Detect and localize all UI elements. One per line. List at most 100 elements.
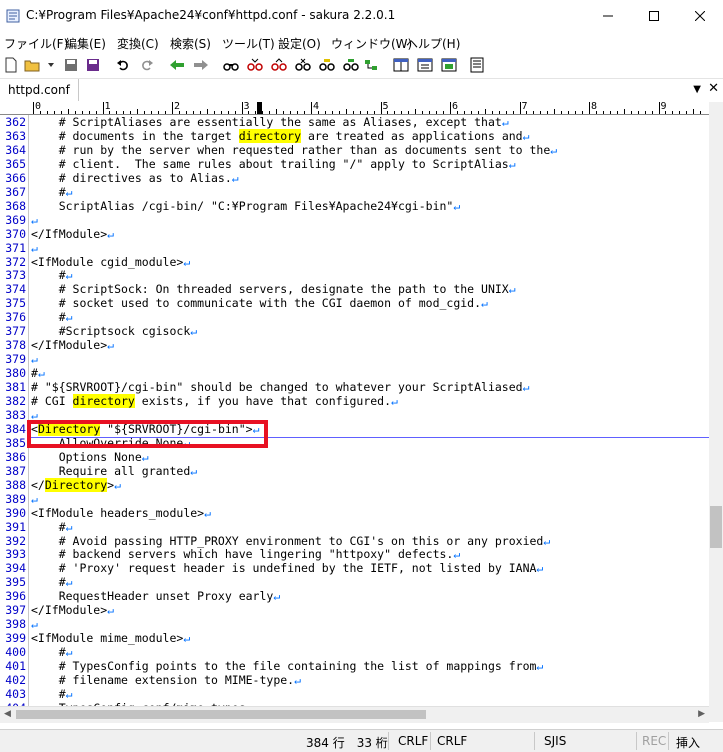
undo-button[interactable] <box>114 56 132 74</box>
vertical-scrollbar[interactable] <box>709 102 723 722</box>
menu-search[interactable]: 検索(S) <box>170 35 211 52</box>
code-line[interactable]: 379 ↵ <box>0 352 709 366</box>
code-line[interactable]: 399 <IfModule mime_module>↵ <box>0 631 709 645</box>
code-line[interactable]: 377 #Scriptsock cgisock↵ <box>0 324 709 338</box>
ruler-tick <box>213 111 215 114</box>
code-line[interactable]: 373 #↵ <box>0 268 709 282</box>
code-line[interactable]: 371 ↵ <box>0 241 709 255</box>
code-line[interactable]: 396 RequestHeader unset Proxy early↵ <box>0 589 709 603</box>
tab-close-button[interactable]: ✕ <box>708 81 719 96</box>
code-line[interactable]: 380 #↵ <box>0 366 709 380</box>
replace-button[interactable] <box>294 56 312 74</box>
code-line[interactable]: 392 # Avoid passing HTTP_PROXY environme… <box>0 534 709 548</box>
save-button[interactable] <box>62 56 80 74</box>
tab-httpd-conf[interactable]: httpd.conf <box>0 79 79 101</box>
menu-settings[interactable]: 設定(O) <box>278 35 321 52</box>
menu-convert[interactable]: 変換(C) <box>117 35 159 52</box>
search-prev-button[interactable] <box>270 56 288 74</box>
code-line[interactable]: 374 # ScriptSock: On threaded servers, d… <box>0 282 709 296</box>
vertical-scroll-thumb[interactable] <box>710 506 722 548</box>
code-line[interactable]: 368 ScriptAlias /cgi-bin/ "C:¥Program Fi… <box>0 199 709 213</box>
cursor-position: 384 行 33 桁 <box>306 736 388 750</box>
outline-button[interactable] <box>362 56 380 74</box>
code-text: # "${SRVROOT}/cgi-bin" should be changed… <box>31 380 530 394</box>
horizontal-scroll-thumb[interactable] <box>16 710 426 719</box>
code-line[interactable]: 375 # socket used to communicate with th… <box>0 296 709 310</box>
line-number: 386 <box>5 449 26 464</box>
code-line[interactable]: 376 #↵ <box>0 310 709 324</box>
encoding[interactable]: SJIS <box>544 734 566 748</box>
code-line[interactable]: 402 # filename extension to MIME-type.↵ <box>0 673 709 687</box>
code-line[interactable]: 403 #↵ <box>0 687 709 701</box>
close-window-button[interactable] <box>677 0 723 32</box>
code-line[interactable]: 378 </IfModule>↵ <box>0 338 709 352</box>
editor[interactable]: 0 1 2 3 4 5 6 7 8 9 362 # ScriptAliases are essen… <box>0 102 709 715</box>
open-dropdown-button[interactable] <box>42 56 60 74</box>
search-button[interactable] <box>222 56 240 74</box>
code-line[interactable]: 395 #↵ <box>0 575 709 589</box>
code-line[interactable]: 386 Options None↵ <box>0 450 709 464</box>
tab-bar: httpd.conf ▼ ✕ <box>0 79 723 103</box>
horizontal-scrollbar[interactable]: ◀ ▶ <box>0 706 709 723</box>
code-line[interactable]: 365 # client. The same rules about trail… <box>0 157 709 171</box>
code-line[interactable]: 366 # directives as to Alias.↵ <box>0 171 709 185</box>
open-button[interactable] <box>24 56 42 74</box>
eol-mark-icon: ↵ <box>190 463 198 478</box>
menu-file[interactable]: ファイル(F) <box>4 35 68 52</box>
ruler-tick <box>686 111 688 114</box>
eol-mark-icon: ↵ <box>31 491 38 506</box>
grep-button[interactable] <box>342 56 360 74</box>
new-file-button[interactable] <box>2 56 20 74</box>
code-line[interactable]: 400 #↵ <box>0 645 709 659</box>
tile-button[interactable] <box>440 56 458 74</box>
code-line[interactable]: 390 <IfModule headers_module>↵ <box>0 506 709 520</box>
code-line[interactable]: 397 </IfModule>↵ <box>0 603 709 617</box>
code-line[interactable]: 393 # backend servers which have lingeri… <box>0 547 709 561</box>
code-line[interactable]: 369 ↵ <box>0 213 709 227</box>
code-line[interactable]: 364 # run by the server when requested r… <box>0 143 709 157</box>
line-number: 385 <box>5 435 26 450</box>
code-line[interactable]: 394 # 'Proxy' request header is undefine… <box>0 561 709 575</box>
ruler-tick <box>512 111 514 114</box>
save-all-button[interactable] <box>84 56 102 74</box>
tab-list-dropdown[interactable]: ▼ <box>693 84 701 95</box>
settings-button[interactable] <box>468 56 486 74</box>
menu-edit[interactable]: 編集(E) <box>65 35 106 52</box>
minimize-button[interactable] <box>585 0 631 32</box>
compare-button[interactable] <box>416 56 434 74</box>
code-line[interactable]: 398 ↵ <box>0 617 709 631</box>
scroll-left-icon[interactable]: ◀ <box>4 709 11 719</box>
code-line[interactable]: 362 # ScriptAliases are essentially the … <box>0 115 709 129</box>
code-line[interactable]: 370 </IfModule>↵ <box>0 227 709 241</box>
menu-window[interactable]: ウィンドウ(W) <box>331 35 412 52</box>
ruler-tick <box>137 109 139 114</box>
redo-button[interactable] <box>138 56 156 74</box>
code-line[interactable]: 367 #↵ <box>0 185 709 199</box>
line-number: 398 <box>5 617 26 632</box>
ruler-tick <box>637 111 639 114</box>
code-line[interactable]: 372 <IfModule cgid_module>↵ <box>0 255 709 269</box>
line-number: 377 <box>5 324 26 339</box>
code-line[interactable]: 401 # TypesConfig points to the file con… <box>0 659 709 673</box>
code-line[interactable]: 389 ↵ <box>0 492 709 506</box>
eol-mark-icon: ↵ <box>273 589 281 604</box>
jump-forward-button[interactable] <box>192 56 210 74</box>
ruler-tick <box>450 102 451 114</box>
ruler-tick <box>408 111 410 114</box>
split-window-button[interactable] <box>392 56 410 74</box>
code-line[interactable]: 388 </Directory>↵ <box>0 477 709 492</box>
code-line[interactable]: 363 # documents in the target directory … <box>0 128 709 143</box>
menu-help[interactable]: ヘルプ(H) <box>406 35 460 52</box>
code-segment: # "${SRVROOT}/cgi-bin" should be changed… <box>31 380 523 395</box>
search-next-button[interactable] <box>246 56 264 74</box>
code-line[interactable]: 387 Require all granted↵ <box>0 464 709 478</box>
code-line[interactable]: 391 #↵ <box>0 520 709 534</box>
menu-tools[interactable]: ツール(T) <box>222 35 275 52</box>
code-line[interactable]: 382 # CGI directory exists, if you have t… <box>0 394 709 408</box>
code-line[interactable]: 381 # "${SRVROOT}/cgi-bin" should be chan… <box>0 380 709 394</box>
scroll-right-icon[interactable]: ▶ <box>698 709 705 719</box>
ruler-tick <box>484 109 486 114</box>
mark-button[interactable] <box>318 56 336 74</box>
jump-back-button[interactable] <box>168 56 186 74</box>
maximize-button[interactable] <box>631 0 677 32</box>
